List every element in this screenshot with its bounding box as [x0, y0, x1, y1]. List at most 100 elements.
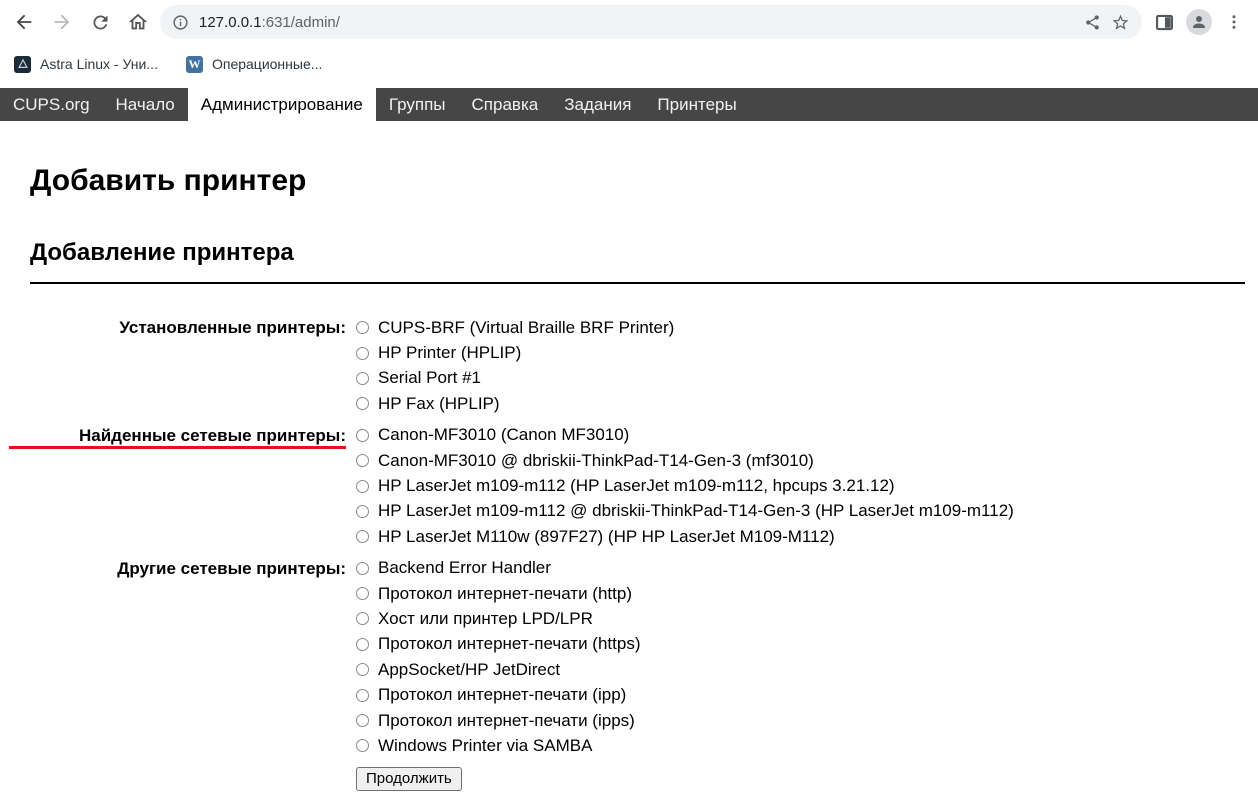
- radio-button[interactable]: [356, 372, 369, 385]
- radio-button[interactable]: [356, 397, 369, 410]
- radio-button[interactable]: [356, 530, 369, 543]
- form-group-label-installed-printers: Установленные принтеры:: [8, 315, 346, 423]
- nav-item-jobs[interactable]: Задания: [551, 88, 644, 121]
- radio-option-label: HP Fax (HPLIP): [378, 394, 500, 414]
- radio-option[interactable]: Windows Printer via SAMBA: [356, 733, 1014, 758]
- radio-option[interactable]: HP LaserJet m109-m112 @ dbriskii-ThinkPa…: [356, 499, 1014, 524]
- radio-option-label: HP LaserJet M110w (897F27) (HP HP LaserJ…: [378, 527, 835, 547]
- radio-button[interactable]: [356, 714, 369, 727]
- nav-item-printers[interactable]: Принтеры: [644, 88, 749, 121]
- radio-button[interactable]: [356, 739, 369, 752]
- radio-option-label: Протокол интернет-печати (https): [378, 634, 641, 654]
- radio-option-label: AppSocket/HP JetDirect: [378, 660, 560, 680]
- form-group-options-discovered-network-printers: Canon-MF3010 (Canon MF3010) Canon-MF3010 …: [346, 423, 1014, 556]
- form-submit-cell: Продолжить: [346, 765, 1014, 797]
- favicon-letter: W: [188, 58, 200, 70]
- wikipedia-favicon-icon: W: [186, 56, 203, 73]
- url-host: 127.0.0.1: [199, 14, 262, 31]
- section-heading: Добавление принтера: [30, 238, 1245, 284]
- radio-option[interactable]: AppSocket/HP JetDirect: [356, 657, 1014, 682]
- bookmark-item-astra-linux[interactable]: Astra Linux - Уни...: [14, 56, 158, 73]
- form-group-label-text: Другие сетевые принтеры:: [117, 559, 346, 578]
- nav-item-help[interactable]: Справка: [459, 88, 552, 121]
- radio-button[interactable]: [356, 347, 369, 360]
- browser-toolbar: 127.0.0.1:631/admin/: [0, 0, 1258, 44]
- form-group-label-text: Установленные принтеры:: [119, 318, 346, 337]
- form-group-label-text: Найденные сетевые принтеры:: [79, 426, 346, 445]
- radio-button[interactable]: [356, 689, 369, 702]
- radio-button[interactable]: [356, 638, 369, 651]
- radio-button[interactable]: [356, 663, 369, 676]
- nav-item-classes[interactable]: Группы: [376, 88, 459, 121]
- form-group-row-discovered-network-printers: Найденные сетевые принтеры:Canon-MF3010 …: [8, 423, 1014, 556]
- radio-button[interactable]: [356, 505, 369, 518]
- form-group-options-other-network-printers: Backend Error Handler Протокол интернет-п…: [346, 556, 1014, 765]
- radio-option[interactable]: HP LaserJet m109-m112 (HP LaserJet m109-…: [356, 473, 1014, 498]
- radio-option[interactable]: HP Printer (HPLIP): [356, 340, 1014, 365]
- bookmark-label: Astra Linux - Уни...: [40, 56, 158, 72]
- home-icon[interactable]: [122, 6, 154, 38]
- radio-button[interactable]: [356, 612, 369, 625]
- back-arrow-icon[interactable]: [8, 6, 40, 38]
- radio-option[interactable]: Протокол интернет-печати (https): [356, 632, 1014, 657]
- radio-option-label: HP LaserJet m109-m112 @ dbriskii-ThinkPa…: [378, 501, 1014, 521]
- url-bar[interactable]: 127.0.0.1:631/admin/: [160, 5, 1142, 39]
- radio-button[interactable]: [356, 321, 369, 334]
- radio-option[interactable]: Canon-MF3010 @ dbriskii-ThinkPad-T14-Gen…: [356, 448, 1014, 473]
- radio-option-label: Backend Error Handler: [378, 558, 551, 578]
- nav-item-home[interactable]: Начало: [103, 88, 188, 121]
- form-group-row-other-network-printers: Другие сетевые принтеры:Backend Error Ha…: [8, 556, 1014, 765]
- form-submit-row: Продолжить: [8, 765, 1014, 797]
- radio-button[interactable]: [356, 587, 369, 600]
- nav-item-cups-org[interactable]: CUPS.org: [0, 88, 103, 121]
- form-group-row-installed-printers: Установленные принтеры: CUPS-BRF (Virtual…: [8, 315, 1014, 423]
- bookmark-item-wikipedia[interactable]: W Операционные...: [186, 56, 322, 73]
- radio-option-label: Serial Port #1: [378, 368, 481, 388]
- profile-avatar-icon[interactable]: [1186, 9, 1212, 35]
- astra-linux-favicon-icon: [14, 56, 31, 73]
- bookmark-label: Операционные...: [212, 56, 322, 72]
- radio-option[interactable]: Backend Error Handler: [356, 556, 1014, 581]
- radio-option[interactable]: Протокол интернет-печати (http): [356, 581, 1014, 606]
- radio-button[interactable]: [356, 562, 369, 575]
- radio-button[interactable]: [356, 480, 369, 493]
- radio-option[interactable]: HP LaserJet M110w (897F27) (HP HP LaserJ…: [356, 524, 1014, 549]
- forward-arrow-icon[interactable]: [46, 6, 78, 38]
- radio-option-label: Протокол интернет-печати (ipp): [378, 685, 626, 705]
- radio-option-label: HP LaserJet m109-m112 (HP LaserJet m109-…: [378, 476, 895, 496]
- continue-button[interactable]: Продолжить: [356, 767, 462, 791]
- radio-option-label: Протокол интернет-печати (ipps): [378, 711, 635, 731]
- radio-option[interactable]: HP Fax (HPLIP): [356, 391, 1014, 416]
- form-submit-spacer: [8, 765, 346, 797]
- radio-option[interactable]: Canon-MF3010 (Canon MF3010): [356, 423, 1014, 448]
- radio-option-label: CUPS-BRF (Virtual Braille BRF Printer): [378, 318, 674, 338]
- bookmark-star-icon[interactable]: [1111, 13, 1130, 32]
- radio-option[interactable]: Хост или принтер LPD/LPR: [356, 606, 1014, 631]
- radio-option-label: Canon-MF3010 (Canon MF3010): [378, 425, 629, 445]
- radio-option[interactable]: CUPS-BRF (Virtual Braille BRF Printer): [356, 315, 1014, 340]
- side-panel-icon[interactable]: [1148, 6, 1180, 38]
- radio-option[interactable]: Протокол интернет-печати (ipp): [356, 682, 1014, 707]
- cups-nav: CUPS.orgНачалоАдминистрированиеГруппыСпр…: [0, 88, 1258, 121]
- printer-form-table: Установленные принтеры: CUPS-BRF (Virtual…: [8, 315, 1014, 797]
- page-info-icon[interactable]: [172, 14, 189, 31]
- radio-option-label: Протокол интернет-печати (http): [378, 584, 632, 604]
- add-printer-form: Установленные принтеры: CUPS-BRF (Virtual…: [0, 315, 1258, 797]
- radio-button[interactable]: [356, 454, 369, 467]
- form-group-label-other-network-printers: Другие сетевые принтеры:: [8, 556, 346, 765]
- reload-icon[interactable]: [84, 6, 116, 38]
- radio-option-label: Canon-MF3010 @ dbriskii-ThinkPad-T14-Gen…: [378, 451, 814, 471]
- page-title: Добавить принтер: [30, 163, 1258, 198]
- radio-option-label: Windows Printer via SAMBA: [378, 736, 592, 756]
- red-underline-annotation: [9, 446, 346, 450]
- radio-option[interactable]: Протокол интернет-печати (ipps): [356, 708, 1014, 733]
- radio-option-label: HP Printer (HPLIP): [378, 343, 521, 363]
- nav-item-administration[interactable]: Администрирование: [188, 88, 376, 121]
- bookmarks-bar: Astra Linux - Уни... W Операционные...: [0, 44, 1258, 84]
- radio-option[interactable]: Serial Port #1: [356, 366, 1014, 391]
- url-path: :631/admin/: [262, 14, 340, 31]
- share-icon[interactable]: [1084, 14, 1101, 31]
- menu-kebab-icon[interactable]: [1218, 6, 1250, 38]
- radio-button[interactable]: [356, 429, 369, 442]
- url-text: 127.0.0.1:631/admin/: [199, 14, 340, 31]
